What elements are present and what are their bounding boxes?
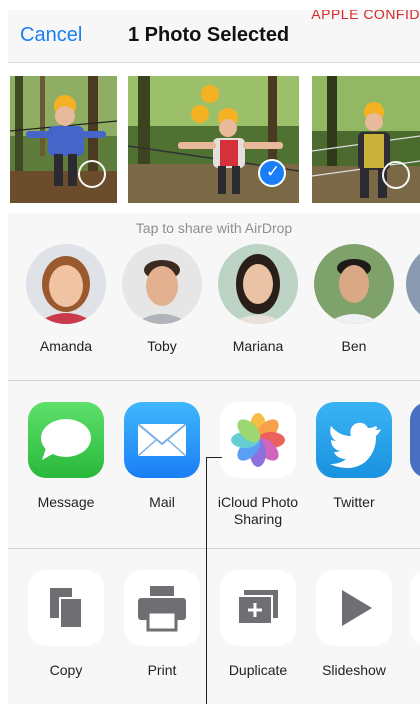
airdrop-person-amanda[interactable]: Amanda: [18, 242, 114, 354]
airdrop-people-row[interactable]: Amanda Toby Mariana Ben: [8, 242, 420, 372]
person-name: Ben: [341, 338, 367, 354]
person-name: Amanda: [39, 338, 93, 354]
app-icon: [410, 402, 420, 478]
twitter-icon: [316, 402, 392, 478]
airdrop-person-ben[interactable]: Ben: [306, 242, 402, 354]
action-slideshow[interactable]: Slideshow: [306, 570, 402, 678]
app-label: Mail: [149, 494, 175, 510]
person-name: Mariana: [232, 338, 284, 354]
callout-line: [206, 457, 207, 704]
action-label: Duplicate: [228, 662, 288, 678]
share-app-icloud-photo-sharing[interactable]: iCloud Photo Sharing: [210, 402, 306, 528]
action-icon: [410, 570, 420, 646]
action-print[interactable]: Print: [114, 570, 210, 678]
callout-line-horizontal: [206, 457, 222, 458]
action-label: Print: [147, 662, 177, 678]
photo-thumbnail[interactable]: [312, 76, 420, 203]
share-sheet: APPLE CONFID Cancel 1 Photo Selected ✓ T…: [8, 10, 420, 704]
share-app-twitter[interactable]: Twitter: [306, 402, 402, 511]
duplicate-icon: [220, 570, 296, 646]
photo-thumbnail[interactable]: [10, 76, 117, 203]
checkmark-icon: ✓: [266, 162, 281, 181]
cancel-button[interactable]: Cancel: [20, 24, 82, 47]
avatar: [218, 244, 298, 324]
avatar: [26, 244, 106, 324]
photo-strip[interactable]: ✓: [8, 63, 420, 213]
page-title: 1 Photo Selected: [128, 24, 290, 46]
share-apps-row[interactable]: Message Mail iCloud Photo Sharing Twitte…: [8, 402, 420, 552]
copy-icon: [28, 570, 104, 646]
app-label: Message: [37, 494, 95, 510]
print-icon: [124, 570, 200, 646]
action-label: Copy: [49, 662, 83, 678]
avatar: [122, 244, 202, 324]
message-icon: [28, 402, 104, 478]
selected-check-circle[interactable]: ✓: [258, 159, 286, 187]
selection-circle[interactable]: [382, 161, 410, 189]
selection-circle[interactable]: [78, 160, 106, 188]
share-app-mail[interactable]: Mail: [114, 402, 210, 511]
action-duplicate[interactable]: Duplicate: [210, 570, 306, 678]
share-app-partial[interactable]: [410, 402, 420, 478]
action-partial[interactable]: [410, 570, 420, 646]
slideshow-icon: [316, 570, 392, 646]
app-label: Twitter: [333, 494, 375, 510]
share-app-message[interactable]: Message: [18, 402, 114, 511]
airdrop-person-partial[interactable]: [406, 242, 420, 324]
action-label: Slideshow: [322, 662, 386, 678]
photo-thumbnail[interactable]: ✓: [128, 76, 299, 203]
mail-icon: [124, 402, 200, 478]
airdrop-person-mariana[interactable]: Mariana: [210, 242, 306, 354]
avatar: [314, 244, 394, 324]
airdrop-hint: Tap to share with AirDrop: [135, 220, 293, 236]
divider: [8, 548, 420, 549]
confidential-watermark: APPLE CONFID: [311, 10, 420, 22]
person-name: Toby: [147, 338, 177, 354]
action-copy[interactable]: Copy: [18, 570, 114, 678]
share-actions-row[interactable]: Copy Print Duplicate Slideshow: [8, 570, 420, 704]
avatar: [406, 244, 420, 324]
airdrop-person-toby[interactable]: Toby: [114, 242, 210, 354]
photos-icon: [220, 402, 296, 478]
divider: [8, 380, 420, 381]
app-label: iCloud Photo Sharing: [217, 494, 299, 527]
